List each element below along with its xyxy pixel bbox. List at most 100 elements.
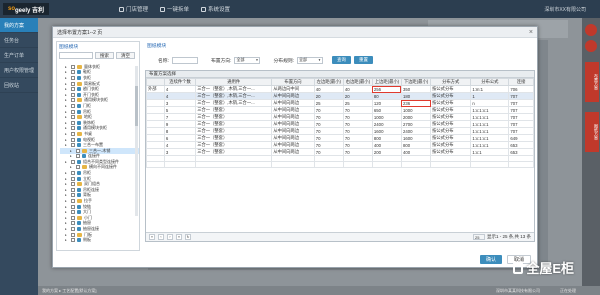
checkbox[interactable] <box>71 159 75 164</box>
checkbox[interactable] <box>71 204 75 209</box>
expand-arrow-icon[interactable]: ▸ <box>65 93 69 97</box>
user-info[interactable]: 深圳市XX有限公司 <box>544 6 586 13</box>
table-row[interactable]: 5 三合一（整套） 从中间向两边 70 70 650 1000 按公式分布 1:x:1:x:1 7… <box>146 106 534 114</box>
table-row[interactable]: 6 三合一（整套） 从中间向两边 70 70 800 1600 按公式分布 1:x:1:x:1 6… <box>146 134 534 142</box>
expand-arrow-icon[interactable]: ▸ <box>65 227 69 231</box>
tree-scrollbar[interactable] <box>135 66 138 216</box>
expand-arrow-icon[interactable]: ▸ <box>65 160 69 164</box>
expand-arrow-icon[interactable]: ▸ <box>65 210 69 214</box>
checkbox[interactable] <box>71 238 75 243</box>
expand-arrow-icon[interactable]: ▸ <box>65 70 69 74</box>
table-row[interactable] <box>146 160 534 168</box>
column-header[interactable]: 通用件 <box>195 78 273 86</box>
name-filter-input[interactable] <box>171 56 198 64</box>
column-header[interactable]: 上边距(最小) <box>371 78 402 86</box>
prev-page-icon[interactable]: ‹ <box>158 234 164 240</box>
sidebar-item-user-permissions[interactable]: 用户权限管理 <box>0 63 38 78</box>
checkbox[interactable] <box>71 81 75 86</box>
nav-one-click-split[interactable]: 一键拆单 <box>160 5 189 13</box>
expand-arrow-icon[interactable]: ▸ <box>65 216 69 220</box>
expand-arrow-icon[interactable]: ▸ <box>65 87 69 91</box>
checkbox[interactable] <box>71 103 75 108</box>
column-header[interactable]: 分布公式 <box>470 78 510 86</box>
table-row[interactable]: 8 三合一（整套） 从中间向两边 70 70 1600 2400 按公式分布 1:x:1:x:1… <box>146 127 534 135</box>
checkbox[interactable] <box>71 176 75 181</box>
tree-search-button[interactable]: 搜索 <box>95 52 114 59</box>
expand-arrow-icon[interactable]: ▸ <box>65 82 69 86</box>
checkbox[interactable] <box>71 64 75 69</box>
checkbox[interactable] <box>71 70 75 75</box>
expand-arrow-icon[interactable]: ▸ <box>65 205 69 209</box>
sidebar-item-my-plans[interactable]: 我的方案 <box>0 18 38 33</box>
checkbox[interactable] <box>71 131 75 136</box>
checkbox[interactable] <box>71 227 75 232</box>
column-header[interactable]: 分布方式 <box>430 78 472 86</box>
side-tab-layout-plan[interactable]: 布置方案 <box>585 62 599 102</box>
column-header[interactable]: 右边距(最小) <box>342 78 373 86</box>
expand-arrow-icon[interactable]: ▸ <box>65 188 69 192</box>
checkbox[interactable] <box>76 165 80 170</box>
column-header[interactable]: 连接 <box>508 78 534 86</box>
expand-arrow-icon[interactable]: ▸ <box>65 65 69 69</box>
last-page-icon[interactable]: » <box>176 234 182 240</box>
expand-arrow-icon[interactable]: ▸ <box>65 115 69 119</box>
expand-arrow-icon[interactable]: ▸ <box>65 126 69 130</box>
checkbox[interactable] <box>71 137 75 142</box>
expand-arrow-icon[interactable]: ▸ <box>65 238 69 242</box>
direction-filter-select[interactable]: 全部 ▼ <box>234 56 261 64</box>
tree-search-input[interactable] <box>59 52 93 59</box>
checkbox[interactable] <box>71 126 75 131</box>
reset-button[interactable]: 重置 <box>354 56 373 64</box>
checkbox[interactable] <box>71 109 75 114</box>
expand-arrow-icon[interactable]: ▸ <box>65 110 69 114</box>
expand-arrow-icon[interactable]: ▸ <box>65 143 69 147</box>
table-row[interactable]: 4 三合一（整套）,木销,三合一... 从中间向两边 20 20 80 180 按公式分布 1 7… <box>146 92 534 100</box>
expand-arrow-icon[interactable]: ▸ <box>65 193 69 197</box>
expand-arrow-icon[interactable]: ▸ <box>65 98 69 102</box>
checkbox[interactable] <box>71 75 75 80</box>
checkbox[interactable] <box>76 154 80 159</box>
refresh-icon[interactable]: ↻ <box>185 234 191 240</box>
expand-arrow-icon[interactable]: ▸ <box>65 76 69 80</box>
expand-arrow-icon[interactable]: ▸ <box>65 132 69 136</box>
expand-arrow-icon[interactable]: ▸ <box>65 104 69 108</box>
expand-arrow-icon[interactable]: ▸ <box>65 138 69 142</box>
table-row[interactable]: 3 三合一（整套）,木销,三合一... 从中间向两边 25 25 120 236 按公式分布 n… <box>146 99 534 107</box>
checkbox[interactable] <box>71 221 75 226</box>
expand-arrow-icon[interactable]: ▸ <box>65 221 69 225</box>
expand-arrow-icon[interactable]: ▸ <box>70 165 74 169</box>
page-size-select[interactable]: 25 <box>472 234 485 240</box>
tree-scrollbar-thumb[interactable] <box>135 86 138 126</box>
confirm-button[interactable]: 确认 <box>479 255 502 264</box>
checkbox[interactable] <box>71 143 75 148</box>
table-row[interactable]: 3 三合一（整套） 从中间向两边 70 70 200 400 按公式分布 1:x:1 653 <box>146 148 534 156</box>
checkbox[interactable] <box>71 210 75 215</box>
method-filter-select[interactable]: 全部 ▼ <box>297 56 323 64</box>
query-button[interactable]: 查询 <box>332 56 351 64</box>
nav-store-management[interactable]: 门店管理 <box>119 5 148 13</box>
table-row[interactable]: 9 三合一（整套） 从中间向两边 70 70 2400 2700 按公式分布 1:x:1:x:1… <box>146 120 534 128</box>
checkbox[interactable] <box>76 148 80 153</box>
nav-system-settings[interactable]: 系统设置 <box>201 5 230 13</box>
add-icon[interactable] <box>585 24 597 36</box>
expand-arrow-icon[interactable]: ▸ <box>70 154 74 158</box>
checkbox[interactable] <box>71 215 75 220</box>
remove-icon[interactable] <box>585 40 597 52</box>
expand-arrow-icon[interactable]: ▸ <box>65 171 69 175</box>
side-tab-drawing-plan[interactable]: 图纸方案 <box>585 112 599 152</box>
checkbox[interactable] <box>71 199 75 204</box>
tree-node[interactable]: ▸ 侧板 <box>60 237 139 243</box>
close-icon[interactable]: × <box>529 29 533 36</box>
checkbox[interactable] <box>71 87 75 92</box>
checkbox[interactable] <box>71 182 75 187</box>
checkbox[interactable] <box>71 171 75 176</box>
column-header[interactable]: 左边距(最小) <box>313 78 344 86</box>
table-row[interactable]: 4 三合一（整套） 从中间向两边 70 70 400 800 按公式分布 1:x:1:x:1 65… <box>146 141 534 149</box>
checkbox[interactable] <box>71 115 75 120</box>
sidebar-item-production-orders[interactable]: 生产订单 <box>0 48 38 63</box>
sidebar-item-recycle-bin[interactable]: 回收站 <box>0 78 38 93</box>
expand-arrow-icon[interactable]: ▸ <box>70 149 74 153</box>
expand-arrow-icon[interactable]: ▸ <box>65 177 69 181</box>
column-header[interactable]: 下边距(最小) <box>400 78 432 86</box>
first-page-icon[interactable]: « <box>149 234 155 240</box>
